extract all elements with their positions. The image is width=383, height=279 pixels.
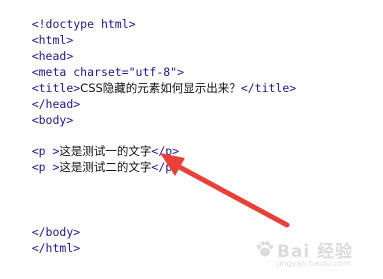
arrow-icon: [160, 153, 290, 228]
watermark-url: jingyan.baidu.com: [277, 259, 351, 268]
code-editor-screenshot: <!doctype html> <html> <head> <meta char…: [0, 0, 383, 279]
paw-logo-icon: [256, 241, 274, 257]
baidu-jingyan-watermark: Bai 经验 jingyan.baidu.com: [255, 233, 375, 273]
